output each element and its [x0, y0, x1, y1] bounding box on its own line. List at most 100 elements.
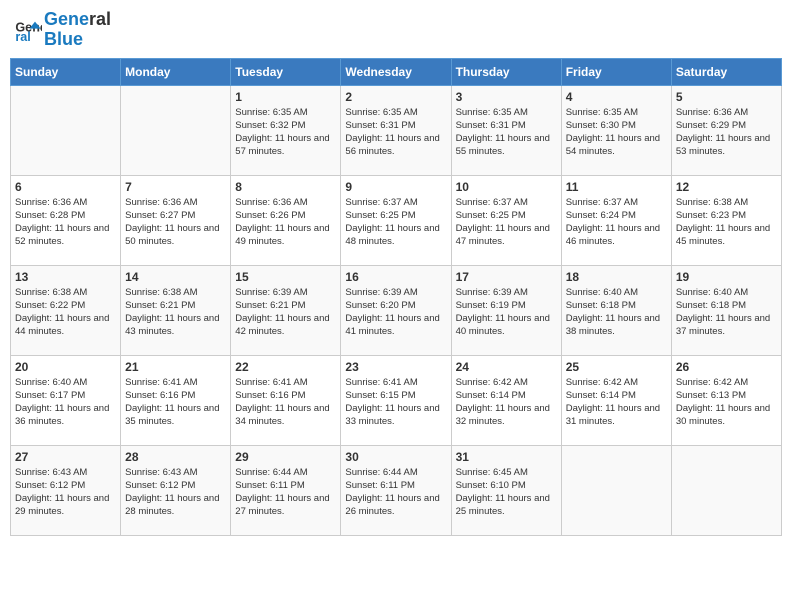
- day-number: 15: [235, 270, 336, 284]
- calendar-cell: 22 Sunrise: 6:41 AM Sunset: 6:16 PM Dayli…: [231, 355, 341, 445]
- svg-text:ral: ral: [15, 30, 30, 44]
- day-info: Sunrise: 6:35 AM Sunset: 6:30 PM Dayligh…: [566, 106, 667, 159]
- col-header-tuesday: Tuesday: [231, 58, 341, 85]
- calendar-cell: 21 Sunrise: 6:41 AM Sunset: 6:16 PM Dayli…: [121, 355, 231, 445]
- day-info: Sunrise: 6:38 AM Sunset: 6:23 PM Dayligh…: [676, 196, 777, 249]
- day-number: 21: [125, 360, 226, 374]
- calendar-cell: 10 Sunrise: 6:37 AM Sunset: 6:25 PM Dayli…: [451, 175, 561, 265]
- day-number: 10: [456, 180, 557, 194]
- col-header-monday: Monday: [121, 58, 231, 85]
- calendar-cell: 6Sunrise: 6:36 AM Sunset: 6:28 PM Daylig…: [11, 175, 121, 265]
- calendar-cell: 19 Sunrise: 6:40 AM Sunset: 6:18 PM Dayli…: [671, 265, 781, 355]
- week-row-2: 6Sunrise: 6:36 AM Sunset: 6:28 PM Daylig…: [11, 175, 782, 265]
- col-header-thursday: Thursday: [451, 58, 561, 85]
- calendar-cell: 26 Sunrise: 6:42 AM Sunset: 6:13 PM Dayli…: [671, 355, 781, 445]
- day-info: Sunrise: 6:41 AM Sunset: 6:16 PM Dayligh…: [235, 376, 336, 429]
- logo-icon: Gene ral: [14, 16, 42, 44]
- day-info: Sunrise: 6:37 AM Sunset: 6:25 PM Dayligh…: [456, 196, 557, 249]
- day-info: Sunrise: 6:41 AM Sunset: 6:16 PM Dayligh…: [125, 376, 226, 429]
- day-number: 27: [15, 450, 116, 464]
- col-header-friday: Friday: [561, 58, 671, 85]
- day-info: Sunrise: 6:41 AM Sunset: 6:15 PM Dayligh…: [345, 376, 446, 429]
- calendar-cell: 11 Sunrise: 6:37 AM Sunset: 6:24 PM Dayli…: [561, 175, 671, 265]
- day-number: 8: [235, 180, 336, 194]
- calendar-cell: 24 Sunrise: 6:42 AM Sunset: 6:14 PM Dayli…: [451, 355, 561, 445]
- day-number: 24: [456, 360, 557, 374]
- calendar-table: SundayMondayTuesdayWednesdayThursdayFrid…: [10, 58, 782, 536]
- day-info: Sunrise: 6:37 AM Sunset: 6:24 PM Dayligh…: [566, 196, 667, 249]
- calendar-cell: [561, 445, 671, 535]
- day-number: 13: [15, 270, 116, 284]
- day-number: 22: [235, 360, 336, 374]
- logo-text: GeneralBlue: [44, 10, 111, 50]
- day-info: Sunrise: 6:45 AM Sunset: 6:10 PM Dayligh…: [456, 466, 557, 519]
- day-number: 25: [566, 360, 667, 374]
- col-header-wednesday: Wednesday: [341, 58, 451, 85]
- week-row-5: 27 Sunrise: 6:43 AM Sunset: 6:12 PM Dayli…: [11, 445, 782, 535]
- calendar-cell: 8Sunrise: 6:36 AM Sunset: 6:26 PM Daylig…: [231, 175, 341, 265]
- day-info: Sunrise: 6:39 AM Sunset: 6:21 PM Dayligh…: [235, 286, 336, 339]
- day-number: 11: [566, 180, 667, 194]
- day-number: 23: [345, 360, 446, 374]
- day-info: Sunrise: 6:37 AM Sunset: 6:25 PM Dayligh…: [345, 196, 446, 249]
- day-number: 14: [125, 270, 226, 284]
- logo: Gene ral GeneralBlue: [14, 10, 111, 50]
- day-info: Sunrise: 6:36 AM Sunset: 6:28 PM Dayligh…: [15, 196, 116, 249]
- page-header: Gene ral GeneralBlue: [10, 10, 782, 50]
- day-info: Sunrise: 6:35 AM Sunset: 6:32 PM Dayligh…: [235, 106, 336, 159]
- calendar-cell: 14 Sunrise: 6:38 AM Sunset: 6:21 PM Dayli…: [121, 265, 231, 355]
- calendar-cell: 3 Sunrise: 6:35 AM Sunset: 6:31 PM Daylig…: [451, 85, 561, 175]
- calendar-cell: 20 Sunrise: 6:40 AM Sunset: 6:17 PM Dayli…: [11, 355, 121, 445]
- day-number: 4: [566, 90, 667, 104]
- day-info: Sunrise: 6:38 AM Sunset: 6:21 PM Dayligh…: [125, 286, 226, 339]
- day-info: Sunrise: 6:40 AM Sunset: 6:17 PM Dayligh…: [15, 376, 116, 429]
- calendar-cell: 5 Sunrise: 6:36 AM Sunset: 6:29 PM Daylig…: [671, 85, 781, 175]
- day-number: 9: [345, 180, 446, 194]
- calendar-cell: 9 Sunrise: 6:37 AM Sunset: 6:25 PM Daylig…: [341, 175, 451, 265]
- day-number: 31: [456, 450, 557, 464]
- calendar-cell: 2 Sunrise: 6:35 AM Sunset: 6:31 PM Daylig…: [341, 85, 451, 175]
- day-info: Sunrise: 6:35 AM Sunset: 6:31 PM Dayligh…: [456, 106, 557, 159]
- day-info: Sunrise: 6:44 AM Sunset: 6:11 PM Dayligh…: [235, 466, 336, 519]
- day-number: 26: [676, 360, 777, 374]
- calendar-cell: 1 Sunrise: 6:35 AM Sunset: 6:32 PM Daylig…: [231, 85, 341, 175]
- calendar-cell: 30Sunrise: 6:44 AM Sunset: 6:11 PM Dayli…: [341, 445, 451, 535]
- day-info: Sunrise: 6:39 AM Sunset: 6:19 PM Dayligh…: [456, 286, 557, 339]
- day-number: 18: [566, 270, 667, 284]
- day-number: 20: [15, 360, 116, 374]
- day-number: 29: [235, 450, 336, 464]
- day-info: Sunrise: 6:42 AM Sunset: 6:14 PM Dayligh…: [456, 376, 557, 429]
- day-info: Sunrise: 6:44 AM Sunset: 6:11 PM Dayligh…: [345, 466, 446, 519]
- day-info: Sunrise: 6:38 AM Sunset: 6:22 PM Dayligh…: [15, 286, 116, 339]
- col-header-sunday: Sunday: [11, 58, 121, 85]
- calendar-cell: 12 Sunrise: 6:38 AM Sunset: 6:23 PM Dayli…: [671, 175, 781, 265]
- calendar-cell: 27 Sunrise: 6:43 AM Sunset: 6:12 PM Dayli…: [11, 445, 121, 535]
- week-row-4: 20 Sunrise: 6:40 AM Sunset: 6:17 PM Dayli…: [11, 355, 782, 445]
- calendar-cell: 28 Sunrise: 6:43 AM Sunset: 6:12 PM Dayli…: [121, 445, 231, 535]
- day-info: Sunrise: 6:36 AM Sunset: 6:29 PM Dayligh…: [676, 106, 777, 159]
- day-info: Sunrise: 6:39 AM Sunset: 6:20 PM Dayligh…: [345, 286, 446, 339]
- day-info: Sunrise: 6:42 AM Sunset: 6:13 PM Dayligh…: [676, 376, 777, 429]
- day-info: Sunrise: 6:40 AM Sunset: 6:18 PM Dayligh…: [676, 286, 777, 339]
- calendar-cell: 4 Sunrise: 6:35 AM Sunset: 6:30 PM Daylig…: [561, 85, 671, 175]
- header-row: SundayMondayTuesdayWednesdayThursdayFrid…: [11, 58, 782, 85]
- day-number: 12: [676, 180, 777, 194]
- calendar-cell: 31 Sunrise: 6:45 AM Sunset: 6:10 PM Dayli…: [451, 445, 561, 535]
- day-number: 28: [125, 450, 226, 464]
- calendar-cell: [121, 85, 231, 175]
- calendar-cell: 23 Sunrise: 6:41 AM Sunset: 6:15 PM Dayli…: [341, 355, 451, 445]
- day-info: Sunrise: 6:43 AM Sunset: 6:12 PM Dayligh…: [15, 466, 116, 519]
- day-number: 7: [125, 180, 226, 194]
- calendar-cell: 25 Sunrise: 6:42 AM Sunset: 6:14 PM Dayli…: [561, 355, 671, 445]
- day-info: Sunrise: 6:42 AM Sunset: 6:14 PM Dayligh…: [566, 376, 667, 429]
- calendar-cell: 18Sunrise: 6:40 AM Sunset: 6:18 PM Dayli…: [561, 265, 671, 355]
- day-number: 1: [235, 90, 336, 104]
- day-number: 5: [676, 90, 777, 104]
- day-number: 19: [676, 270, 777, 284]
- day-number: 2: [345, 90, 446, 104]
- day-info: Sunrise: 6:35 AM Sunset: 6:31 PM Dayligh…: [345, 106, 446, 159]
- day-info: Sunrise: 6:43 AM Sunset: 6:12 PM Dayligh…: [125, 466, 226, 519]
- calendar-cell: 15 Sunrise: 6:39 AM Sunset: 6:21 PM Dayli…: [231, 265, 341, 355]
- day-number: 3: [456, 90, 557, 104]
- calendar-cell: 17Sunrise: 6:39 AM Sunset: 6:19 PM Dayli…: [451, 265, 561, 355]
